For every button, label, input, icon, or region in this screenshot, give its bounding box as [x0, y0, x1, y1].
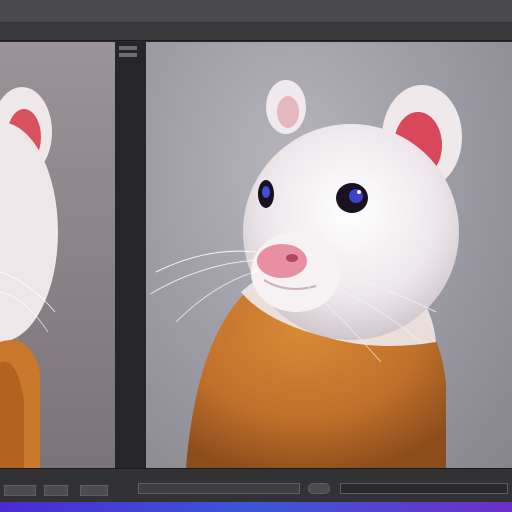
left-preview-panel[interactable] — [0, 42, 115, 468]
transport-control[interactable] — [80, 485, 108, 496]
tool-column — [115, 42, 146, 468]
title-bar — [0, 0, 512, 22]
transport-control[interactable] — [4, 485, 36, 496]
accent-strip — [0, 502, 512, 512]
playback-track[interactable] — [340, 483, 508, 494]
tool-handle[interactable] — [119, 53, 137, 57]
left-ferret-image — [0, 87, 58, 468]
play-icon[interactable] — [308, 483, 330, 494]
timeline-track[interactable] — [138, 483, 300, 494]
tool-handle[interactable] — [119, 46, 137, 50]
menu-bar — [0, 22, 512, 41]
timeline-bar — [0, 468, 512, 503]
ferret-image — [149, 80, 462, 468]
transport-control[interactable] — [44, 485, 68, 496]
main-image-canvas[interactable] — [146, 42, 512, 468]
